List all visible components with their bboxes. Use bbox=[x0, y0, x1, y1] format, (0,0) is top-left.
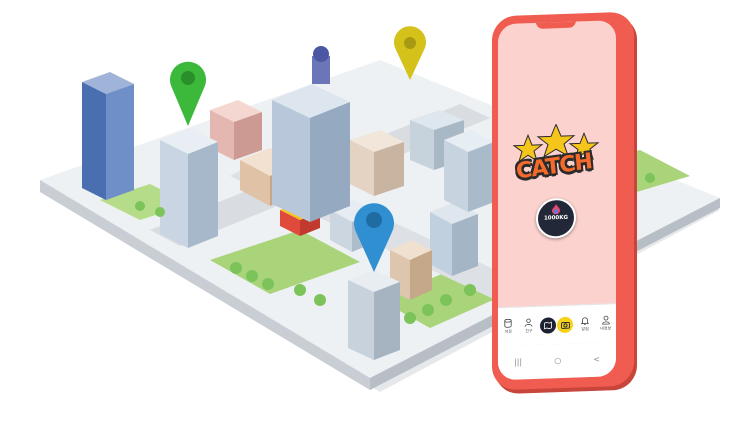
camera-icon bbox=[561, 321, 570, 329]
user-icon bbox=[601, 315, 610, 325]
nav-label: 알림 bbox=[581, 326, 589, 332]
catch-popup[interactable]: CATCH 1000KG bbox=[504, 122, 610, 246]
isometric-city-map bbox=[40, 26, 720, 392]
camera-button[interactable] bbox=[557, 316, 574, 334]
map-button[interactable] bbox=[540, 317, 557, 334]
nav-item-alerts[interactable]: 알림 bbox=[576, 316, 594, 333]
phone-notch bbox=[536, 20, 576, 29]
nav-item-friends[interactable]: 친구 bbox=[520, 318, 538, 335]
nav-item-profile[interactable]: 내정보 bbox=[597, 315, 615, 332]
database-icon bbox=[504, 318, 512, 328]
nav-label: 친구 bbox=[525, 328, 533, 334]
white-tower bbox=[160, 128, 218, 248]
right-tower bbox=[444, 130, 494, 212]
small-building bbox=[430, 202, 478, 276]
recent-apps-button[interactable]: ||| bbox=[514, 357, 522, 366]
nav-label: 저장 bbox=[504, 328, 512, 335]
reward-badge[interactable]: 1000KG bbox=[536, 197, 576, 239]
map-icon bbox=[544, 321, 553, 330]
phone-mockup: CATCH 1000KG 저장 친구 알림 내정보 ||| ○ < bbox=[492, 11, 634, 391]
back-button[interactable]: < bbox=[593, 355, 600, 364]
nav-label: 내정보 bbox=[600, 325, 612, 331]
center-buttons bbox=[540, 316, 574, 334]
bottom-nav: 저장 친구 알림 내정보 bbox=[498, 303, 616, 347]
bell-icon bbox=[581, 317, 590, 326]
front-tower bbox=[348, 270, 400, 360]
small-building bbox=[350, 130, 404, 196]
office-tower bbox=[272, 46, 350, 222]
badge-amount: 1000KG bbox=[543, 214, 569, 222]
glass-tower bbox=[82, 72, 134, 200]
flame-icon bbox=[552, 204, 560, 215]
home-button[interactable]: ○ bbox=[554, 356, 561, 365]
people-icon bbox=[524, 318, 533, 327]
nav-item-save[interactable]: 저장 bbox=[499, 318, 517, 336]
phone-screen: CATCH 1000KG 저장 친구 알림 내정보 ||| ○ < bbox=[498, 20, 616, 381]
system-nav-bar: ||| ○ < bbox=[498, 342, 616, 381]
illustration-stage: CATCH 1000KG 저장 친구 알림 내정보 ||| ○ < bbox=[0, 0, 749, 422]
map-pin-icon bbox=[170, 61, 206, 126]
